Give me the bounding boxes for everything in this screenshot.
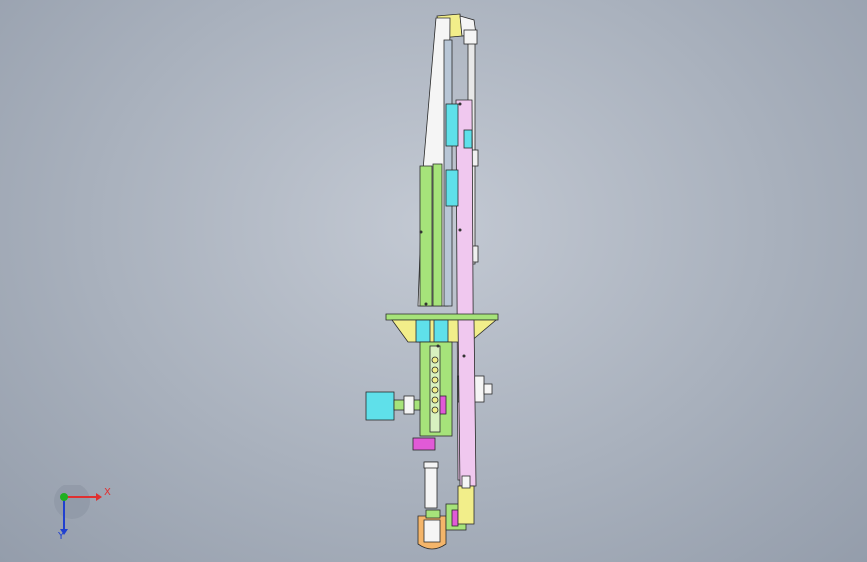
roller-4: [431, 386, 439, 394]
linkage-magenta: [451, 509, 459, 527]
linkage-arm: [457, 485, 475, 525]
cyan-block-2: [445, 169, 459, 207]
rod-clamp-top: [463, 29, 478, 45]
cyan-block-3: [463, 129, 473, 149]
gripper-tube-top: [423, 461, 439, 469]
roller-2: [431, 366, 439, 374]
side-cylinder-body: [365, 391, 395, 421]
magenta-tab-right: [439, 395, 447, 415]
linkage-pin: [461, 475, 471, 489]
side-cylinder-cap: [403, 395, 415, 415]
roller-1: [431, 356, 439, 364]
flange-plate: [385, 313, 499, 321]
magenta-block-bottom: [412, 437, 436, 451]
gripper-tube: [424, 461, 438, 509]
green-plate-left: [419, 165, 433, 307]
lower-pink-rail: [457, 319, 477, 487]
triad-shadow: [54, 483, 90, 519]
x-axis-label: X: [104, 487, 111, 498]
roller-5: [431, 396, 439, 404]
roller-3: [431, 376, 439, 384]
gripper-collar: [425, 509, 441, 519]
cyan-block-1: [445, 103, 459, 147]
flange-cyan-right: [433, 319, 449, 343]
gripper-inner: [423, 519, 441, 543]
x-axis-arrow: [96, 493, 102, 501]
flange-cyan-left: [415, 319, 431, 343]
cad-model-assembly[interactable]: [0, 0, 867, 562]
right-mount-bolt: [483, 383, 493, 395]
y-axis-label: Y: [58, 531, 65, 542]
green-plate-right: [432, 163, 443, 307]
roller-6: [431, 406, 439, 414]
axis-triad: X Y: [50, 483, 111, 545]
z-axis-dot: [60, 493, 68, 501]
graphics-viewport[interactable]: X Y: [0, 0, 867, 562]
